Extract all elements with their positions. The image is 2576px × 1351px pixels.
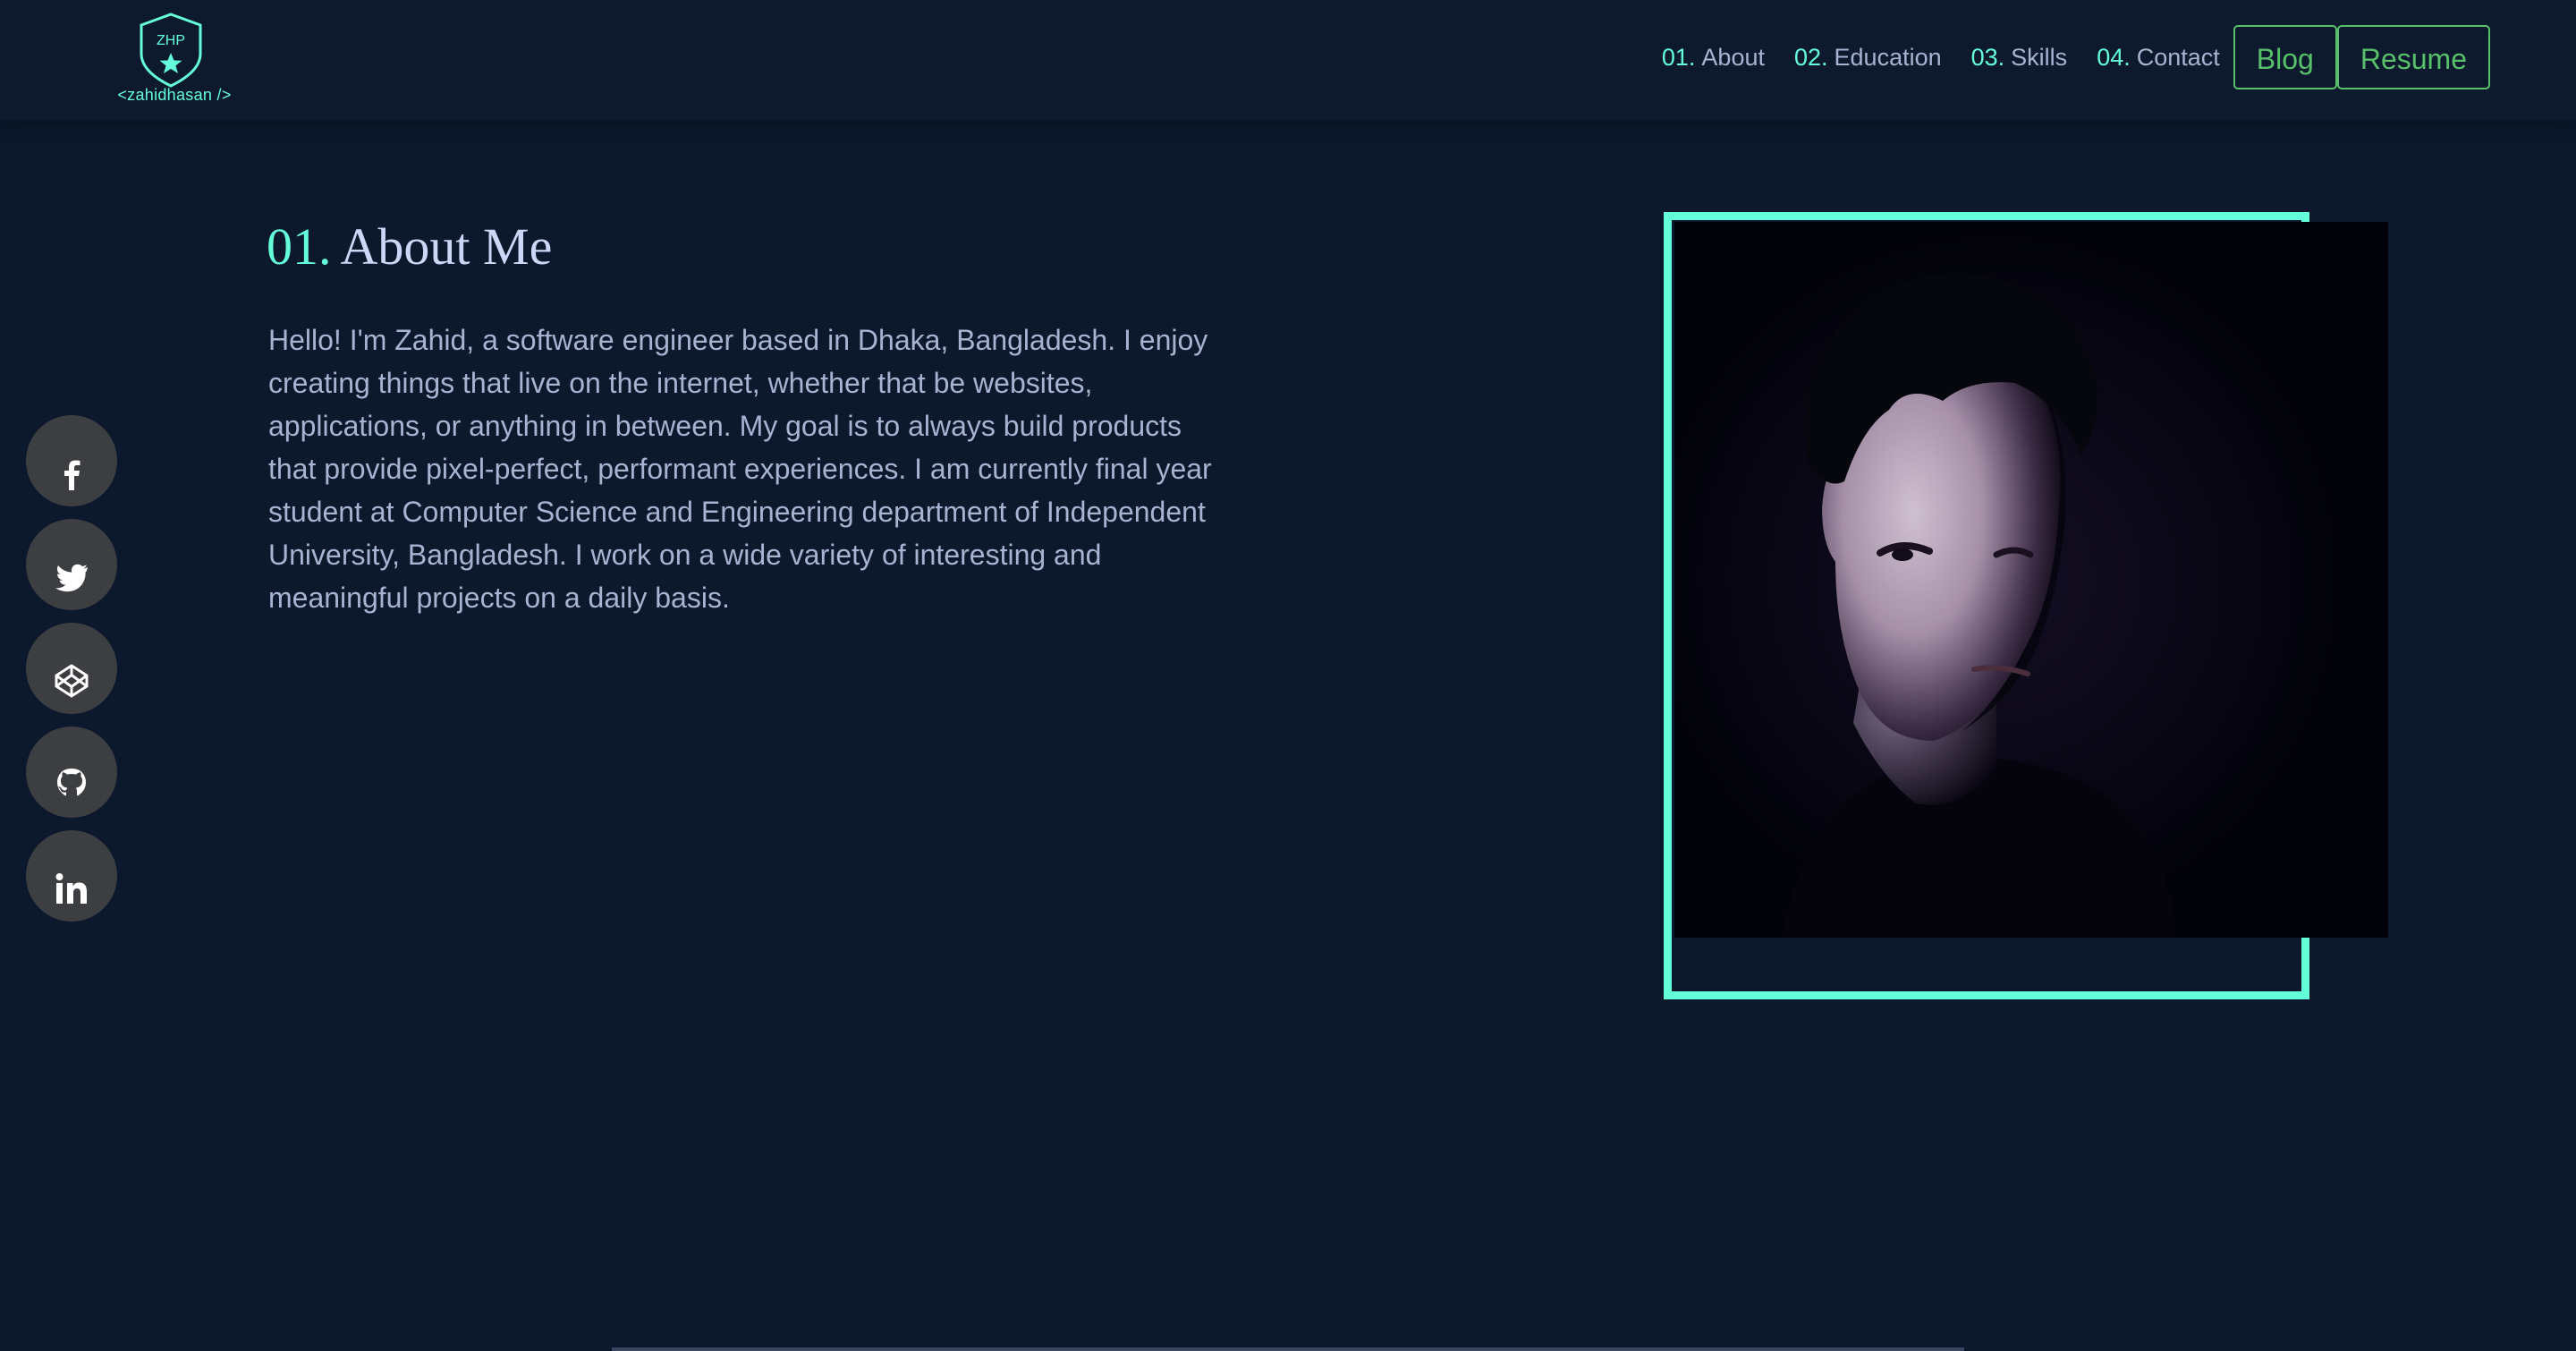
main-nav: 01. About 02. Education 03. Skills 04. Conta… [1662,23,2490,91]
section-title: 01. About Me [267,217,552,276]
nav-contact-num: 04. [2097,43,2131,71]
about-bio: Hello! I'm Zahid, a software engineer ba… [268,324,1212,614]
codepen-link[interactable] [26,623,117,714]
blog-button[interactable]: Blog [2233,25,2337,89]
nav-contact[interactable]: 04. Contact [2097,44,2220,72]
section-title-num: 01. [267,217,332,276]
nav-skills-num: 03. [1970,43,2005,71]
facebook-link[interactable] [26,415,117,506]
svg-text:ZHP: ZHP [157,33,185,48]
section-title-text: About Me [340,217,553,276]
nav-about[interactable]: 01. About [1662,44,1765,72]
profile-photo [1674,222,2388,938]
github-icon [57,769,86,796]
nav-contact-label: Contact [2136,43,2220,71]
resume-button[interactable]: Resume [2336,25,2490,89]
social-links [26,415,117,934]
nav-skills-label: Skills [2011,43,2068,71]
nav-education-num: 02. [1793,43,1828,71]
twitter-icon [55,564,88,592]
site-header: ZHP <zahidhasan /> 01. About 02. Education… [0,0,2576,120]
nav-education[interactable]: 02. Education [1794,44,1942,72]
nav-about-label: About [1701,43,1765,71]
codepen-icon [55,664,89,698]
logo-text: <zahidhasan /> [117,86,232,104]
profile-portrait-image [1674,222,2388,938]
scroll-indicator [612,1347,1964,1351]
nav-about-num: 01. [1661,43,1696,71]
nav-skills[interactable]: 03. Skills [1971,44,2068,72]
facebook-icon [64,460,80,490]
linkedin-icon [55,873,87,904]
logo[interactable]: ZHP <zahidhasan /> [114,13,234,106]
twitter-link[interactable] [26,519,117,610]
logo-shield-icon: ZHP [140,13,202,88]
nav-education-label: Education [1834,43,1942,71]
linkedin-link[interactable] [26,830,117,922]
github-link[interactable] [26,726,117,818]
